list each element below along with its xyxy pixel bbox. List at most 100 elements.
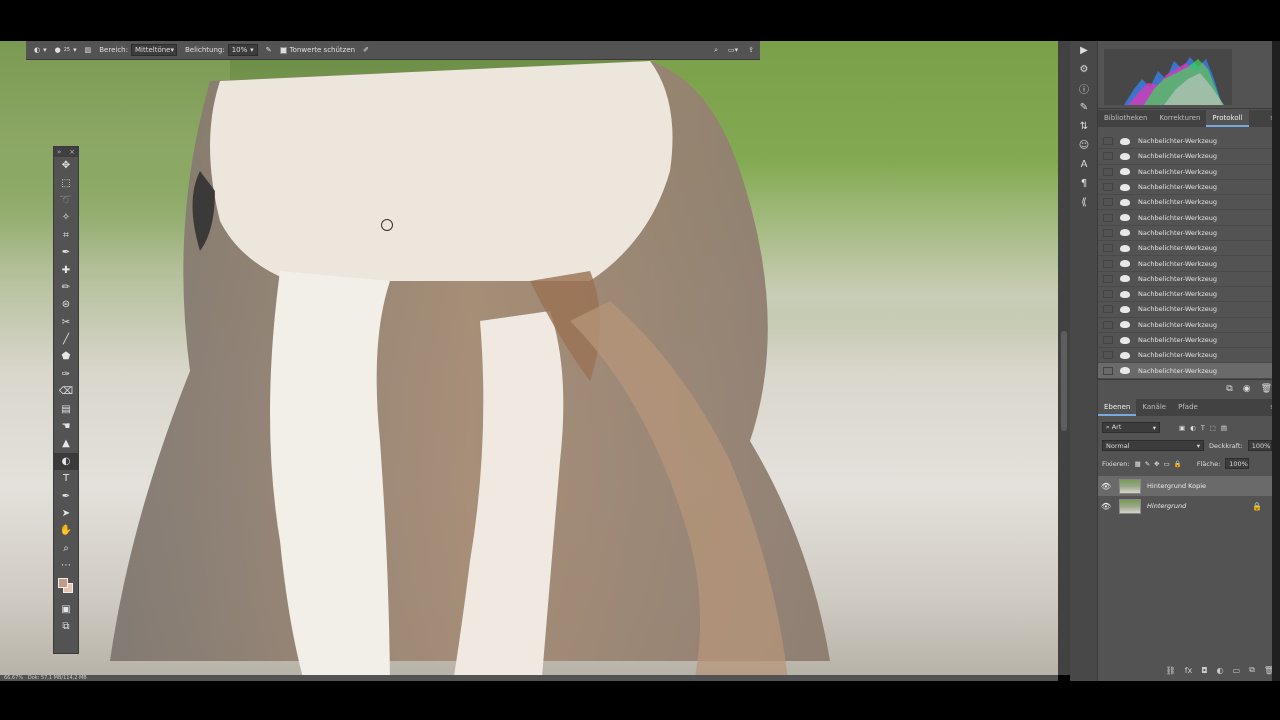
snapshot-checkbox[interactable] [1103,290,1113,299]
eyedropper-tool-icon[interactable]: ✒ [54,244,78,261]
tab-paths[interactable]: Pfade [1172,399,1204,416]
foreground-color-swatch[interactable] [58,578,68,589]
snapshot-checkbox[interactable] [1103,137,1113,146]
paragraph-icon[interactable]: ¶ [1070,174,1098,193]
tab-channels[interactable]: Kanäle [1136,399,1172,416]
tab-adjustments[interactable]: Korrekturen [1153,110,1206,127]
mask-icon[interactable]: ◘ [1201,666,1207,675]
pen-tool-icon[interactable]: ✒ [54,487,78,504]
gradient-tool-icon[interactable]: ▤ [54,400,78,417]
layer-filter-icons[interactable]: ▣◐T⬚▤ [1179,424,1232,432]
lasso-tool-icon[interactable]: ➰ [54,192,78,209]
tab-libraries[interactable]: Bibliotheken [1098,110,1153,127]
snapshot-checkbox[interactable] [1103,351,1113,360]
history-item[interactable]: Nachbelichter-Werkzeug [1098,134,1272,150]
exposure-input[interactable]: 10% ▾ [227,44,258,56]
history-item[interactable]: Nachbelichter-Werkzeug [1098,256,1272,272]
sharpen-tool-icon[interactable]: ▲ [54,435,78,452]
history-item[interactable]: Nachbelichter-Werkzeug [1098,241,1272,257]
layer-row[interactable]: 👁 Hintergrund Kopie [1098,476,1272,496]
stamp-tool-icon[interactable]: ⬟ [54,348,78,365]
marquee-tool-icon[interactable]: ⬚ [54,174,78,191]
blend-mode-select[interactable]: Normal ▾ [1102,440,1204,451]
tab-layers[interactable]: Ebenen [1098,399,1137,416]
history-item[interactable]: Nachbelichter-Werkzeug [1098,226,1272,242]
history-item[interactable]: Nachbelichter-Werkzeug [1098,318,1272,333]
snapshot-checkbox[interactable] [1103,183,1113,192]
path-selection-tool-icon[interactable]: ➤ [54,505,78,522]
more-tools-icon[interactable]: ⋯ [54,557,78,574]
quick-mask-icon[interactable]: ▣ [54,600,78,617]
adjustments-icon[interactable]: ⇅ [1070,117,1098,136]
snapshot-checkbox[interactable] [1103,213,1113,222]
tab-history[interactable]: Protokoll [1206,110,1249,127]
layer-filter-select[interactable]: ⌕ Art ▾ [1102,422,1160,433]
snapshot-checkbox[interactable] [1103,167,1113,176]
workspace-icon[interactable]: ▭▾ [728,46,738,55]
crop-tool-icon[interactable]: ⌗ [54,227,78,244]
snapshot-checkbox[interactable] [1103,320,1113,329]
art-history-brush-icon[interactable]: ✑ [54,366,78,383]
snapshot-checkbox[interactable] [1103,336,1113,344]
share-icon[interactable]: ⇪ [748,46,754,55]
history-item[interactable]: Nachbelichter-Werkzeug [1098,348,1272,364]
history-item[interactable]: Nachbelichter-Werkzeug [1098,149,1272,165]
history-item[interactable]: Nachbelichter-Werkzeug [1098,180,1272,196]
fill-input[interactable]: 100% [1225,458,1250,469]
screen-mode-icon[interactable]: ⧉ [54,618,78,635]
lock-icons[interactable]: ▦✎✥▭🔒 [1135,460,1186,468]
tool-preset-picker[interactable]: ◐ ▾ [34,46,47,54]
adjustment-layer-icon[interactable]: ◐ [1217,666,1224,675]
history-brush-tool-icon[interactable]: ✂ [54,314,78,331]
history-item[interactable]: Nachbelichter-Werkzeug [1098,302,1272,318]
properties-icon[interactable]: ⚙ [1070,60,1098,79]
history-item[interactable]: Nachbelichter-Werkzeug [1098,195,1272,211]
eraser-tool-icon[interactable]: ╱ [54,331,78,348]
burn-tool-icon[interactable]: ◐ [54,452,78,471]
pressure-toggle[interactable]: ✐ [363,46,369,54]
character-icon[interactable]: A [1070,155,1098,174]
history-item[interactable]: Nachbelichter-Werkzeug [1098,333,1272,349]
close-icon[interactable]: × [69,148,75,156]
zoom-level[interactable]: 66,67% [4,675,23,681]
snapshot-checkbox[interactable] [1103,366,1113,375]
glyphs-icon[interactable]: ⟪ [1070,193,1098,212]
group-icon[interactable]: ▭ [1233,666,1241,675]
brush-settings-icon[interactable]: ✎ [1070,98,1098,117]
eye-icon[interactable]: 👁 [1098,482,1114,491]
move-tool-icon[interactable]: ✥ [54,157,78,174]
snapshot-checkbox[interactable] [1103,244,1113,253]
new-document-icon[interactable]: ⧉ [1226,384,1232,394]
opacity-input[interactable]: 100% [1247,440,1272,451]
healing-brush-tool-icon[interactable]: ✚ [54,261,78,278]
play-icon[interactable]: ▶ [1070,41,1098,60]
history-item[interactable]: Nachbelichter-Werkzeug [1098,210,1272,226]
tools-panel-header[interactable]: » × [54,147,78,157]
link-icon[interactable]: ⛓ [1166,666,1176,675]
canvas-scrollbar[interactable] [1058,41,1070,675]
image-canvas[interactable] [0,41,1058,675]
eye-icon[interactable]: 👁 [1098,502,1114,511]
zoom-tool-icon[interactable]: ⌕ [54,540,78,557]
color-swatches[interactable] [54,574,78,600]
camera-icon[interactable]: ◉ [1243,384,1251,394]
history-item[interactable]: Nachbelichter-Werkzeug [1098,272,1272,287]
collapse-icon[interactable]: » [57,148,61,156]
scrollbar-thumb[interactable] [1061,331,1067,431]
protect-tones-checkbox[interactable] [279,46,287,54]
eraser-icon[interactable]: ⌫ [54,383,78,400]
type-tool-icon[interactable]: T [54,470,78,487]
fx-icon[interactable]: fx [1185,666,1193,675]
smudge-tool-icon[interactable]: ☚ [54,418,78,435]
snapshot-checkbox[interactable] [1103,274,1113,283]
quick-selection-tool-icon[interactable]: ✧ [54,209,78,226]
info-icon[interactable]: ⓘ [1070,79,1098,98]
airbrush-toggle[interactable]: ✎ [266,46,272,54]
brush-preset-picker[interactable]: ● 25 ▾ [55,46,77,54]
history-item-selected[interactable]: Nachbelichter-Werkzeug [1098,363,1272,379]
snapshot-checkbox[interactable] [1103,259,1113,268]
people-icon[interactable]: ☺ [1070,136,1098,155]
clone-stamp-tool-icon[interactable]: ⊜ [54,296,78,313]
brush-tool-icon[interactable]: ✏ [54,279,78,296]
layer-row[interactable]: 👁 Hintergrund 🔒 [1098,496,1272,516]
